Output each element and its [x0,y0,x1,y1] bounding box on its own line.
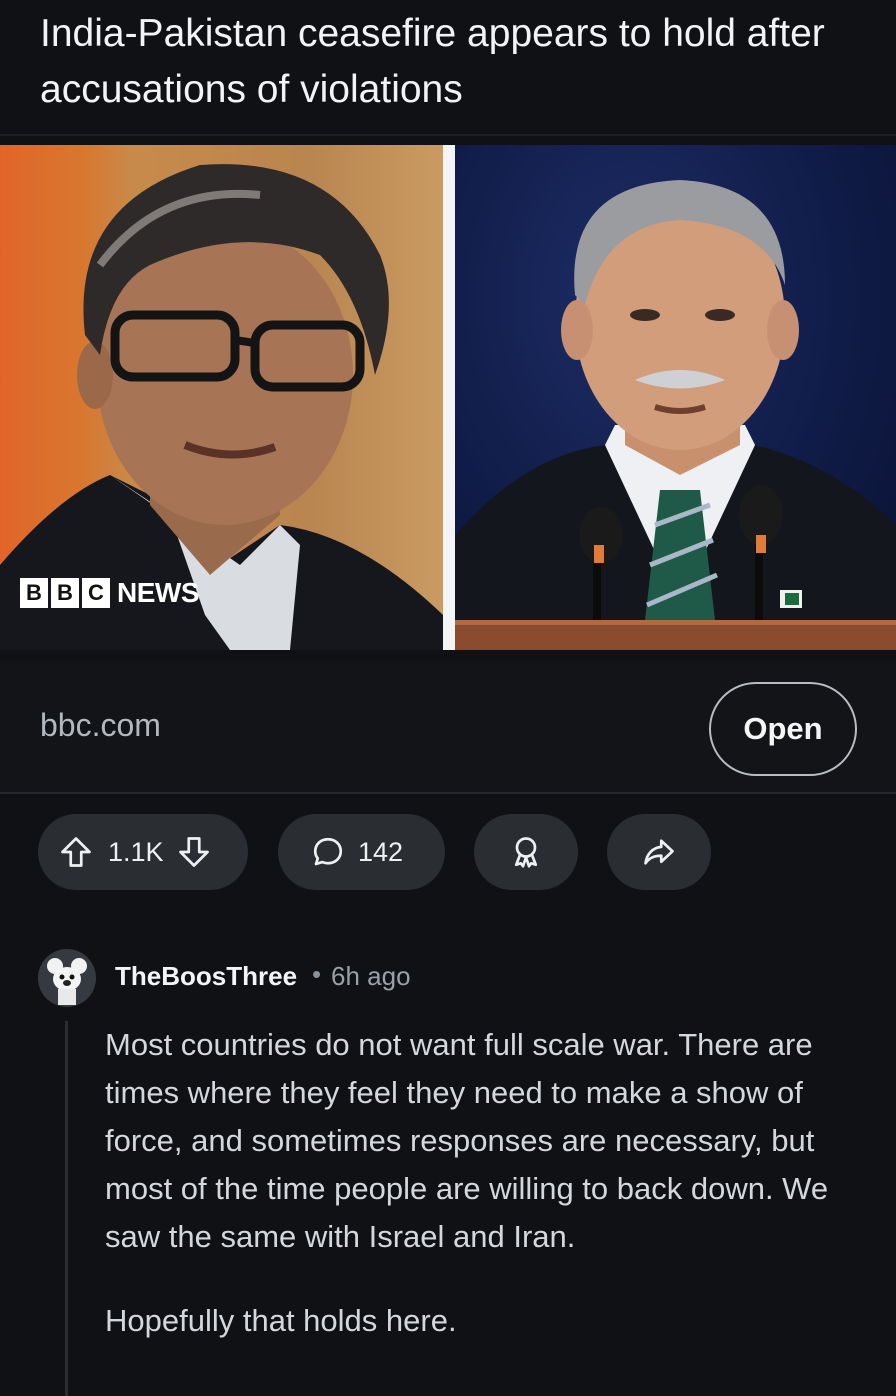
divider [0,792,896,794]
award-icon [514,837,538,868]
photo-right [455,145,896,650]
divider [0,134,896,136]
downvote-button[interactable] [176,834,212,870]
logo-block: C [82,578,110,608]
post-image[interactable]: B B C NEWS [0,145,896,650]
comments-button[interactable]: 142 [278,814,445,890]
arrow-up-icon [61,837,91,867]
post-title[interactable]: India-Pakistan ceasefire appears to hold… [40,6,860,118]
logo-block: B [20,578,48,608]
arrow-down-icon [178,837,209,867]
open-link-button[interactable]: Open [709,682,857,776]
logo-block: B [51,578,79,608]
vote-score: 1.1K [108,836,164,867]
separator-dot: • [312,959,322,989]
comment-body: Most countries do not want full scale wa… [105,1021,845,1381]
vote-control: 1.1K [38,814,248,890]
link-preview[interactable]: bbc.com Open [0,662,896,792]
link-domain[interactable]: bbc.com [40,707,161,744]
thread-line[interactable] [65,1021,68,1396]
photo-left: B B C NEWS [0,145,443,650]
comment-paragraph: Hopefully that holds here. [105,1303,457,1338]
avatar[interactable] [38,949,96,1007]
image-separator [443,145,455,650]
share-button[interactable] [607,814,711,890]
comment-timestamp: 6h ago [331,961,411,991]
comment-count: 142 [358,836,404,867]
comment-paragraph: Most countries do not want full scale wa… [105,1027,829,1254]
logo-word: NEWS [117,577,200,608]
upvote-button[interactable] [58,834,94,870]
post-action-bar: 1.1K 142 [0,814,896,892]
share-arrow-icon [644,839,674,865]
bbc-news-logo: B B C NEWS [20,577,200,609]
comment-author[interactable]: TheBoosThree [115,961,297,992]
award-button[interactable] [474,814,578,890]
speech-bubble-icon [313,837,343,866]
